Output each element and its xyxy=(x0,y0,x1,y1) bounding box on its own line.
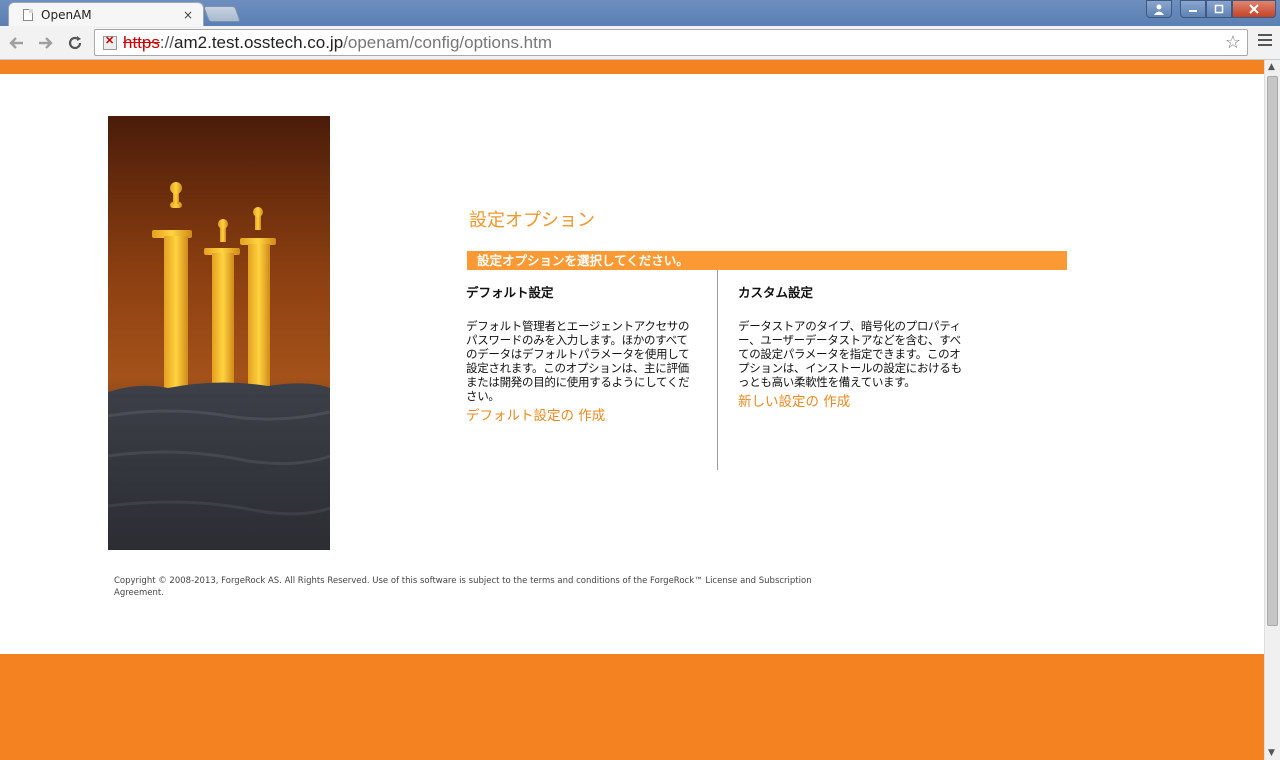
vertical-scrollbar[interactable]: ▲ ▼ xyxy=(1264,60,1280,760)
default-config-description: デフォルト管理者とエージェントアクセサのパスワードのみを入力します。ほかのすべて… xyxy=(466,319,690,403)
scroll-down-icon[interactable]: ▼ xyxy=(1268,748,1275,758)
page-title: 設定オプション xyxy=(469,210,595,231)
menu-icon[interactable] xyxy=(1258,34,1272,46)
scroll-thumb[interactable] xyxy=(1267,76,1278,626)
sword-artwork xyxy=(108,116,330,550)
custom-config-heading: カスタム設定 xyxy=(738,285,814,300)
tab-title: OpenAM xyxy=(41,7,92,22)
reload-icon[interactable] xyxy=(64,32,86,54)
header-band xyxy=(0,60,1264,74)
default-config-column: デフォルト設定 デフォルト管理者とエージェントアクセサのパスワードのみを入力しま… xyxy=(466,282,698,424)
select-prompt-bar: 設定オプションを選択してください。 xyxy=(467,251,1067,270)
tab-close-icon[interactable]: × xyxy=(181,8,195,22)
browser-toolbar: https://am2.test.osstech.co.jp/openam/co… xyxy=(0,26,1280,60)
browser-titlebar: OpenAM × xyxy=(0,0,1280,26)
default-config-heading: デフォルト設定 xyxy=(466,285,554,300)
create-default-config-link[interactable]: デフォルト設定の 作成 xyxy=(466,404,698,424)
browser-tab[interactable]: OpenAM × xyxy=(8,2,204,26)
column-divider xyxy=(717,270,718,470)
footer-band xyxy=(0,654,1264,760)
back-arrow-icon[interactable] xyxy=(6,32,28,54)
minimize-button[interactable] xyxy=(1180,0,1206,18)
custom-config-column: カスタム設定 データストアのタイプ、暗号化のプロパティー、ユーザーデータストアな… xyxy=(738,282,970,410)
custom-config-description: データストアのタイプ、暗号化のプロパティー、ユーザーデータストアなどを含む、すべ… xyxy=(738,319,962,389)
url-host: am2.test.osstech.co.jp xyxy=(174,32,344,52)
close-window-button[interactable] xyxy=(1232,0,1276,18)
user-icon[interactable] xyxy=(1146,0,1172,18)
page-viewport: 設定オプション 設定オプションを選択してください。 デフォルト設定 デフォルト管… xyxy=(0,60,1264,760)
create-new-config-link[interactable]: 新しい設定の 作成 xyxy=(738,390,970,410)
page-icon xyxy=(23,8,33,21)
insecure-lock-icon[interactable] xyxy=(103,34,117,50)
copyright-notice: Copyright © 2008-2013, ForgeRock AS. All… xyxy=(114,576,812,598)
window-controls xyxy=(1146,0,1276,18)
url-separator: :// xyxy=(159,32,175,52)
maximize-button[interactable] xyxy=(1206,0,1232,18)
address-bar[interactable]: https://am2.test.osstech.co.jp/openam/co… xyxy=(94,29,1248,56)
bookmark-star-icon[interactable]: ☆ xyxy=(1225,32,1241,53)
scroll-up-icon[interactable]: ▲ xyxy=(1268,62,1275,72)
new-tab-button[interactable] xyxy=(203,6,241,22)
forward-arrow-icon[interactable] xyxy=(34,32,56,54)
url-path: /openam/config/options.htm xyxy=(343,32,553,52)
url-scheme: https xyxy=(123,32,160,52)
